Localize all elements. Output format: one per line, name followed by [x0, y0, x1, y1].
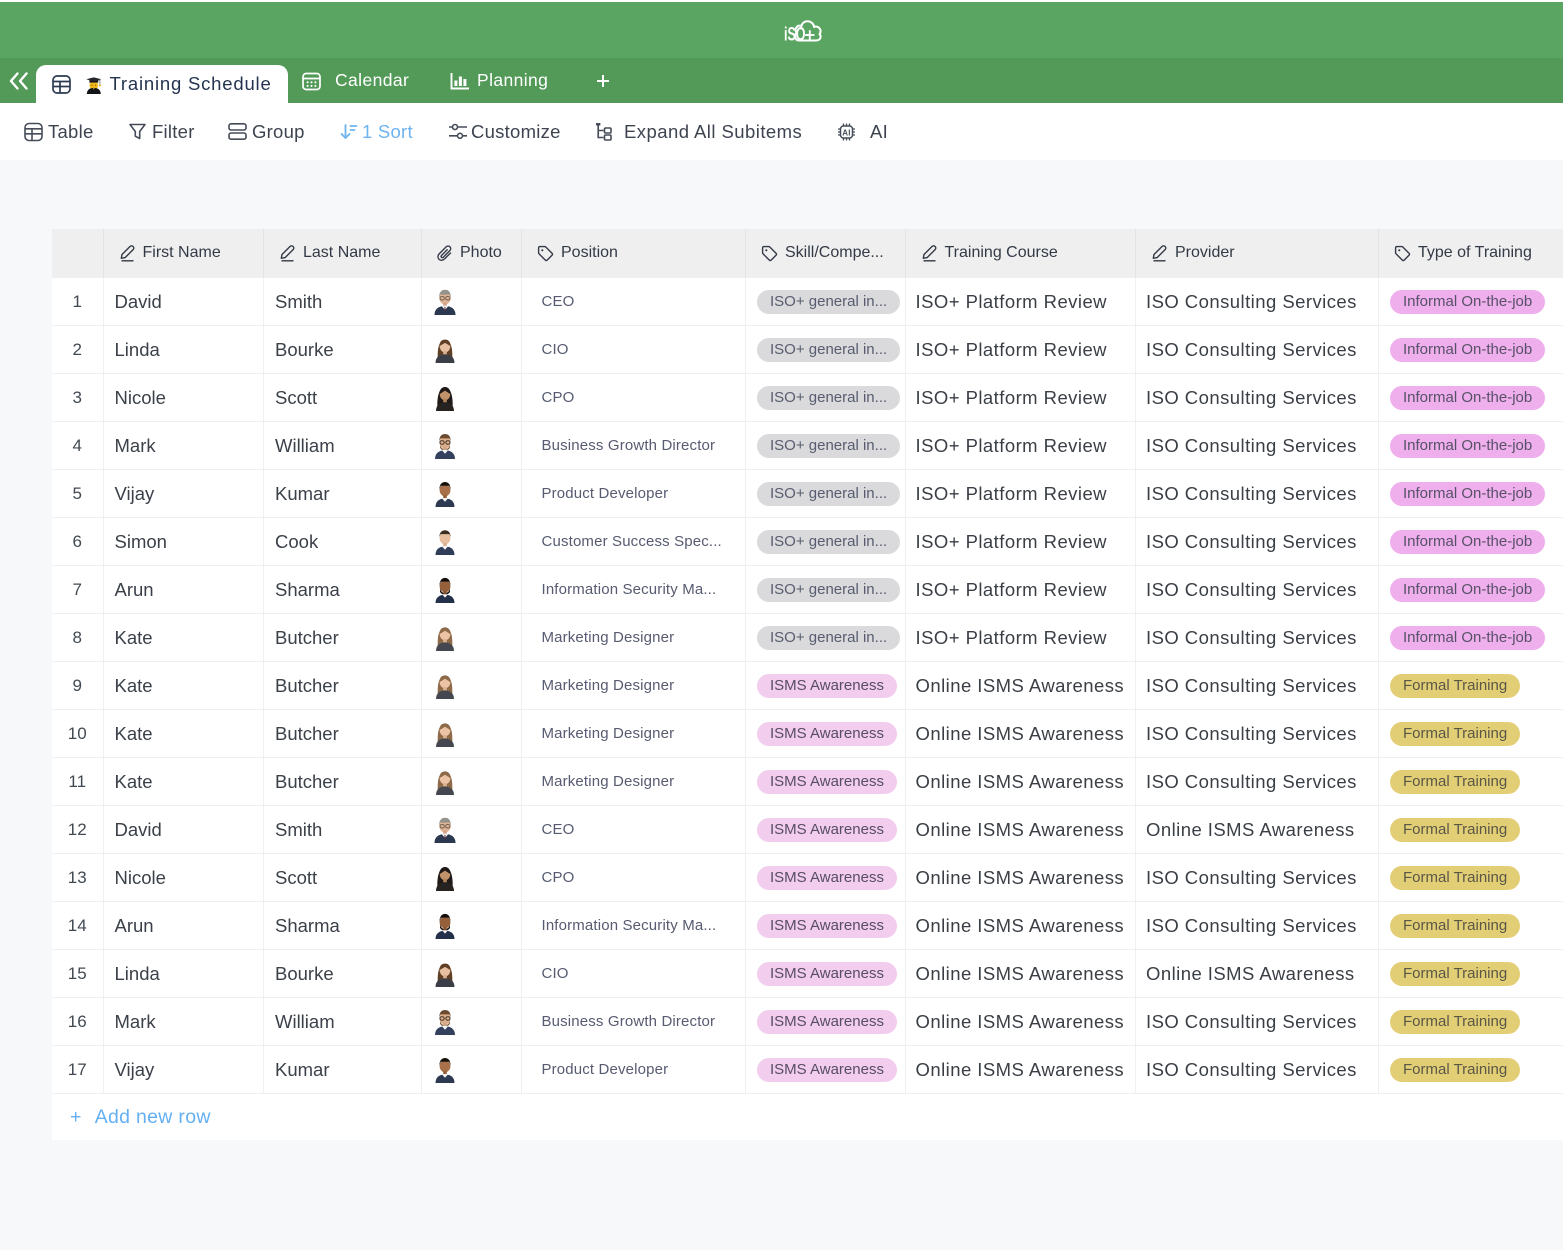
svg-text:AI: AI	[842, 128, 851, 137]
